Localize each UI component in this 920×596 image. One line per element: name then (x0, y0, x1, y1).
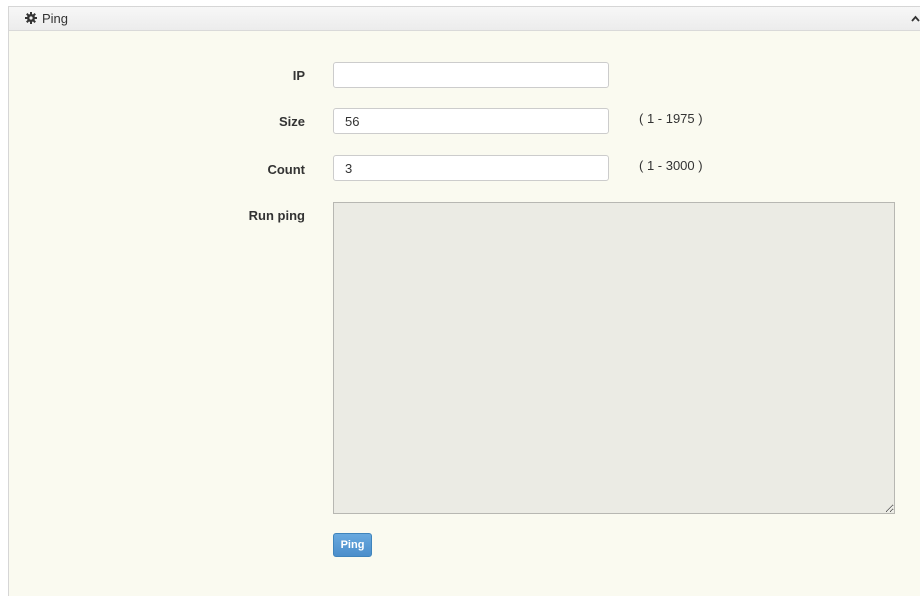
ip-input[interactable] (333, 62, 609, 88)
ping-button[interactable]: Ping (333, 533, 372, 557)
gear-icon (25, 12, 37, 24)
chevron-up-icon[interactable] (911, 15, 920, 22)
count-input[interactable] (333, 155, 609, 181)
size-label: Size (278, 114, 305, 129)
panel-title: Ping (42, 11, 69, 26)
size-input[interactable] (333, 108, 609, 134)
panel-header[interactable]: Ping (9, 7, 920, 31)
ping-panel: Ping IP Size ( 1 - 1975 ) Count ( 1 - 30… (8, 6, 920, 596)
count-label: Count (267, 162, 305, 177)
ping-output-textarea[interactable] (333, 202, 895, 514)
size-range: ( 1 - 1975 ) (639, 111, 703, 126)
count-range: ( 1 - 3000 ) (639, 158, 703, 173)
run-ping-label: Run ping (248, 208, 305, 223)
ip-label: IP (292, 68, 305, 83)
